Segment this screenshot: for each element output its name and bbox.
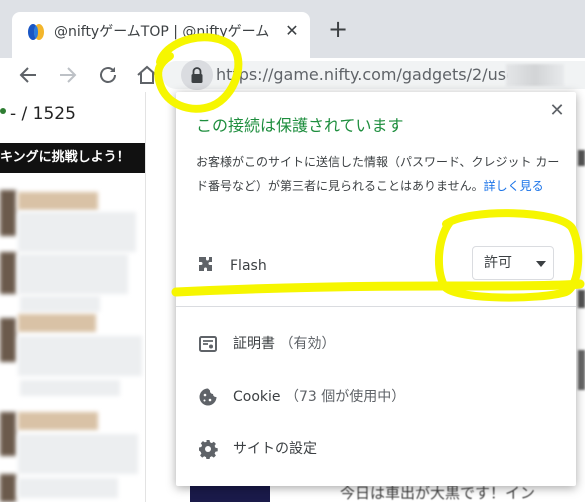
avatar [0, 190, 16, 236]
forward-arrow-icon[interactable] [56, 63, 80, 87]
redacted-entry [18, 434, 138, 474]
cookie-count: （73 個が使用中） [284, 389, 406, 405]
popup-close-button[interactable]: ✕ [546, 100, 568, 122]
flash-permission-label: Flash [230, 258, 267, 274]
redacted-entry [18, 336, 142, 376]
avatar [0, 318, 16, 362]
game-thumbnail[interactable] [190, 484, 270, 502]
reload-icon[interactable] [96, 63, 120, 87]
popup-title: この接続は保護されています [196, 116, 404, 135]
avatar [0, 474, 16, 502]
page-counter: - / 1525 [10, 104, 76, 124]
redacted-entry [18, 412, 98, 430]
page-text-fragment [578, 350, 585, 390]
puzzle-piece-icon [199, 257, 212, 271]
redacted-entry [18, 192, 98, 210]
page-text-fragment [578, 150, 585, 166]
tab-close-button[interactable]: ✕ [282, 20, 302, 42]
lock-icon [191, 67, 203, 83]
redacted-entry [18, 254, 128, 294]
certificate-status: （有効） [279, 336, 336, 352]
column-divider [145, 92, 146, 502]
gear-icon [199, 440, 218, 459]
cookie-row-label: Cookie （73 個が使用中） [233, 385, 533, 409]
footer-text: 今日は車出が大黒です！イン [340, 484, 536, 502]
cookie-label: Cookie [233, 389, 281, 405]
new-tab-button[interactable]: + [326, 16, 350, 42]
popup-divider [176, 306, 576, 307]
redacted-entry [20, 380, 120, 396]
certificate-icon [199, 336, 217, 352]
url-redaction [506, 64, 564, 86]
redacted-entry [18, 478, 118, 498]
redacted-entry [18, 212, 136, 252]
back-arrow-icon[interactable] [16, 63, 40, 87]
status-dot-icon [0, 108, 6, 114]
site-settings-label: サイトの設定 [233, 441, 317, 457]
popup-description: お客様がこのサイトに送信した情報（パスワード、クレジット カード番号など）が第三… [196, 150, 560, 222]
page-text-fragment [578, 290, 585, 308]
url-text: https://game.nifty.com/gadgets/2/user [216, 65, 516, 84]
nifty-favicon-icon [28, 24, 44, 40]
certificate-label: 証明書 [233, 336, 275, 352]
flash-permission-value: 許可 [484, 255, 512, 271]
redacted-entry [20, 296, 100, 312]
avatar [0, 412, 16, 456]
certificate-row-label: 証明書 （有効） [233, 332, 533, 356]
home-icon[interactable] [136, 63, 158, 87]
learn-more-link[interactable]: 詳しく見る [484, 179, 544, 193]
chevron-down-icon [536, 261, 546, 267]
cookie-icon [199, 388, 217, 406]
site-settings-row-label: サイトの設定 [233, 437, 533, 461]
redacted-entry [18, 314, 96, 332]
ranking-banner-text: キングに挑戦しよう！ [0, 150, 130, 165]
tab-title: @niftyゲームTOP | @niftyゲーム | @ [54, 24, 270, 40]
avatar [0, 252, 16, 294]
